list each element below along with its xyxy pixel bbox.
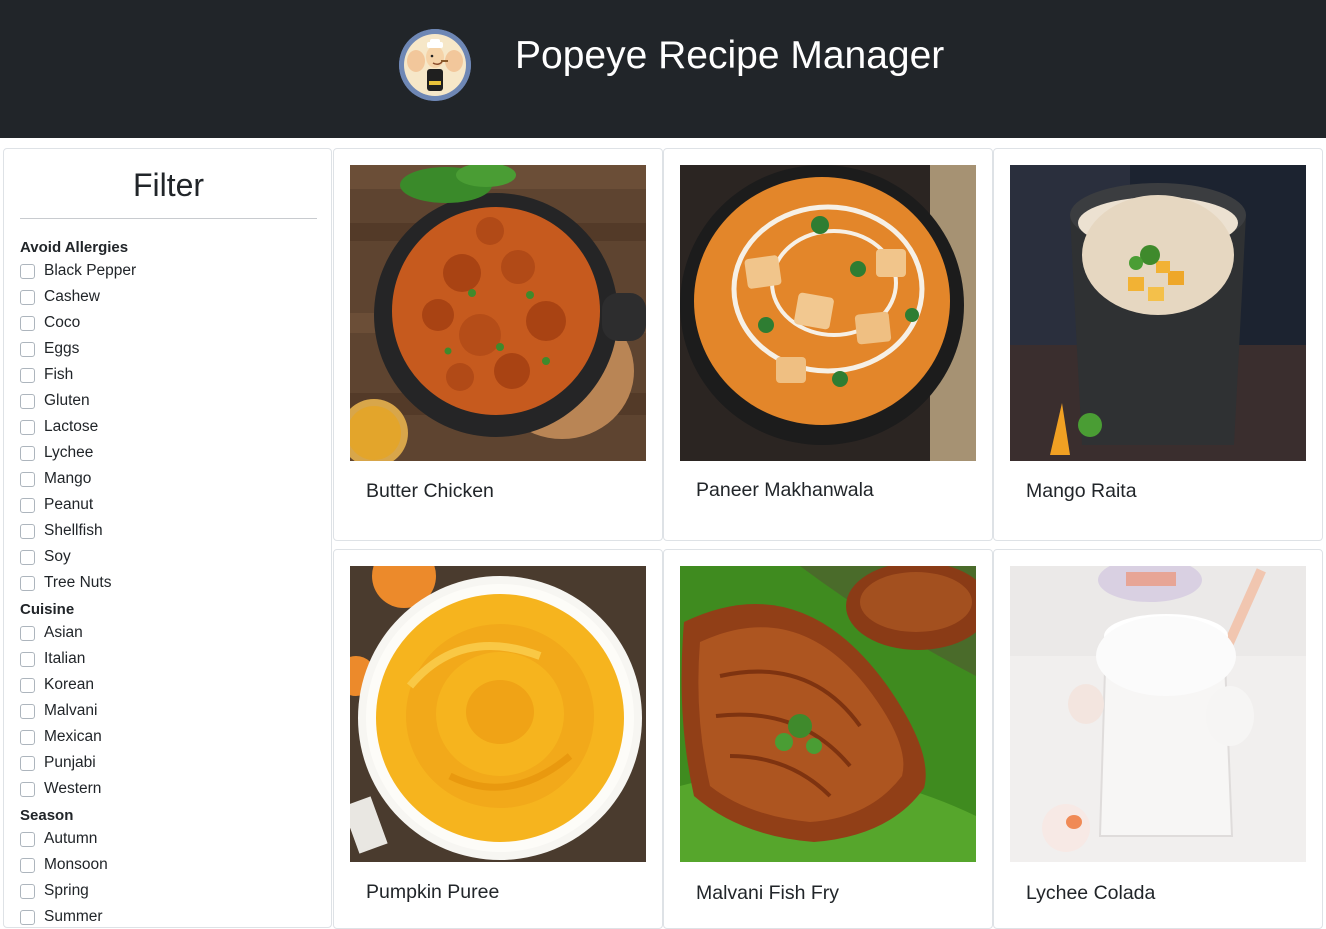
checkbox[interactable] <box>20 498 35 513</box>
filter-option-label: Asian <box>44 624 83 641</box>
filter-option-label: Mexican <box>44 728 102 745</box>
filter-option[interactable]: Fish <box>20 365 320 391</box>
checkbox[interactable] <box>20 730 35 745</box>
filter-option-label: Gluten <box>44 392 90 409</box>
filter-option-label: Eggs <box>44 340 80 357</box>
checkbox[interactable] <box>20 652 35 667</box>
filter-option-label: Black Pepper <box>44 262 137 279</box>
filter-option-label: Malvani <box>44 702 98 719</box>
filter-option[interactable]: Gluten <box>20 391 320 417</box>
checkbox[interactable] <box>20 524 35 539</box>
filter-option[interactable]: Asian <box>20 623 320 649</box>
mango-raita-photo[interactable] <box>1010 165 1306 461</box>
checkbox[interactable] <box>20 342 35 357</box>
filter-option[interactable]: Summer <box>20 907 320 927</box>
checkbox[interactable] <box>20 368 35 383</box>
filter-group-title: Cuisine <box>20 601 75 618</box>
checkbox[interactable] <box>20 394 35 409</box>
filter-group-title: Season <box>20 807 74 824</box>
filter-option[interactable]: Monsoon <box>20 855 320 881</box>
filter-option-label: Tree Nuts <box>44 574 112 591</box>
filter-option[interactable]: Spring <box>20 881 320 907</box>
filter-divider <box>20 218 317 219</box>
checkbox[interactable] <box>20 446 35 461</box>
filter-option[interactable]: Soy <box>20 547 320 573</box>
recipe-card[interactable]: Pumpkin Puree <box>333 549 663 929</box>
filter-option-label: Autumn <box>44 830 98 847</box>
filter-option-label: Korean <box>44 676 94 693</box>
filter-option[interactable]: Lactose <box>20 417 320 443</box>
filter-option-label: Peanut <box>44 496 94 513</box>
checkbox[interactable] <box>20 290 35 305</box>
recipe-card[interactable]: Butter Chicken <box>333 148 663 541</box>
filter-option-label: Shellfish <box>44 522 103 539</box>
checkbox[interactable] <box>20 832 35 847</box>
filter-group-title: Avoid Allergies <box>20 239 129 256</box>
checkbox[interactable] <box>20 472 35 487</box>
popeye-logo-icon[interactable] <box>399 29 471 101</box>
filter-option-label: Western <box>44 780 102 797</box>
butter-chicken-photo[interactable] <box>350 165 646 461</box>
paneer-makhanwala-photo[interactable] <box>680 165 976 461</box>
pumpkin-puree-photo[interactable] <box>350 566 646 862</box>
filter-option[interactable]: Peanut <box>20 495 320 521</box>
filter-option[interactable]: Korean <box>20 675 320 701</box>
filter-option-label: Spring <box>44 882 89 899</box>
checkbox[interactable] <box>20 420 35 435</box>
filter-option[interactable]: Black Pepper <box>20 261 320 287</box>
filter-option[interactable]: Western <box>20 779 320 805</box>
malvani-fish-fry-photo[interactable] <box>680 566 976 862</box>
filter-option-label: Cashew <box>44 288 100 305</box>
checkbox[interactable] <box>20 550 35 565</box>
checkbox[interactable] <box>20 626 35 641</box>
recipe-card[interactable]: Paneer Makhanwala <box>663 148 993 541</box>
checkbox[interactable] <box>20 316 35 331</box>
recipe-title[interactable]: Butter Chicken <box>366 479 494 503</box>
filter-option-label: Lactose <box>44 418 99 435</box>
filter-option-label: Lychee <box>44 444 94 461</box>
filter-list: Avoid Allergies Black Pepper Cashew Coco Egg… <box>20 237 320 927</box>
recipe-title[interactable]: Lychee Colada <box>1026 881 1155 905</box>
checkbox[interactable] <box>20 576 35 591</box>
filter-option[interactable]: Punjabi <box>20 753 320 779</box>
recipe-card[interactable]: Mango Raita <box>993 148 1323 541</box>
filter-option-label: Soy <box>44 548 71 565</box>
checkbox[interactable] <box>20 756 35 771</box>
filter-sidebar: Filter Avoid Allergies Black Pepper Cashew… <box>3 148 332 928</box>
filter-option[interactable]: Tree Nuts <box>20 573 320 599</box>
app-title: Popeye Recipe Manager <box>515 34 945 77</box>
checkbox[interactable] <box>20 678 35 693</box>
filter-title: Filter <box>132 167 205 203</box>
lychee-colada-photo[interactable] <box>1010 566 1306 862</box>
filter-option[interactable]: Lychee <box>20 443 320 469</box>
filter-option-label: Mango <box>44 470 92 487</box>
top-navbar: Popeye Recipe Manager <box>0 0 1326 138</box>
recipe-title[interactable]: Pumpkin Puree <box>366 880 499 904</box>
checkbox[interactable] <box>20 264 35 279</box>
checkbox[interactable] <box>20 884 35 899</box>
recipe-title[interactable]: Malvani Fish Fry <box>696 881 839 905</box>
filter-option-label: Summer <box>44 908 103 925</box>
filter-option[interactable]: Eggs <box>20 339 320 365</box>
filter-option[interactable]: Cashew <box>20 287 320 313</box>
filter-option[interactable]: Shellfish <box>20 521 320 547</box>
filter-option[interactable]: Autumn <box>20 829 320 855</box>
filter-option-label: Monsoon <box>44 856 108 873</box>
filter-option[interactable]: Italian <box>20 649 320 675</box>
recipe-title[interactable]: Mango Raita <box>1026 479 1137 503</box>
filter-option-label: Italian <box>44 650 86 667</box>
filter-option[interactable]: Coco <box>20 313 320 339</box>
filter-option-label: Coco <box>44 314 81 331</box>
filter-option[interactable]: Malvani <box>20 701 320 727</box>
checkbox[interactable] <box>20 704 35 719</box>
filter-option[interactable]: Mango <box>20 469 320 495</box>
filter-option-label: Fish <box>44 366 74 383</box>
recipe-card[interactable]: Lychee Colada <box>993 549 1323 929</box>
filter-option-label: Punjabi <box>44 754 96 771</box>
recipe-title[interactable]: Paneer Makhanwala <box>696 478 874 502</box>
checkbox[interactable] <box>20 858 35 873</box>
filter-option[interactable]: Mexican <box>20 727 320 753</box>
recipe-card[interactable]: Malvani Fish Fry <box>663 549 993 929</box>
checkbox[interactable] <box>20 782 35 797</box>
